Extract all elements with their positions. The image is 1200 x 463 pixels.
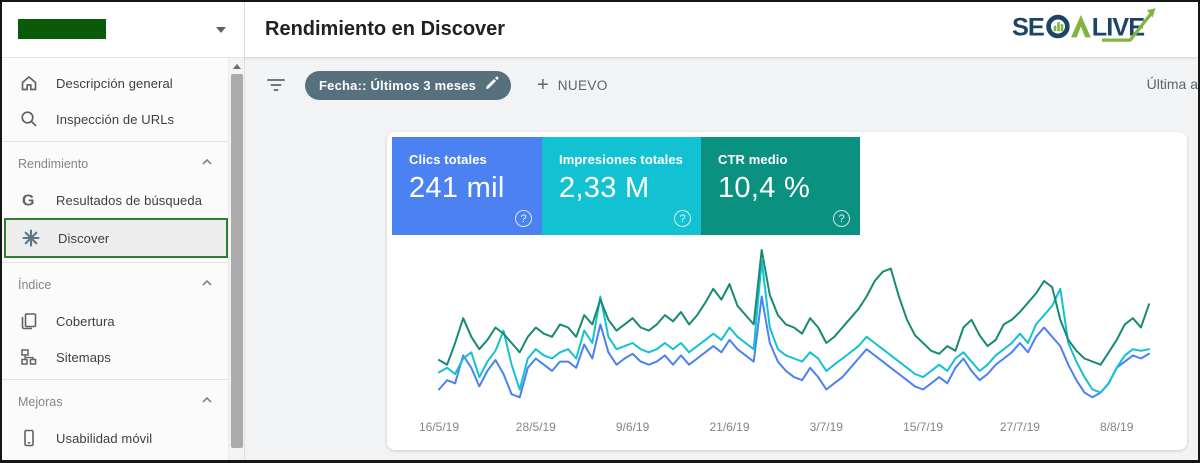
pages-icon bbox=[18, 311, 40, 331]
sidebar: Descripción general Inspección de URLs R… bbox=[2, 2, 245, 460]
sidebar-section-rendimiento[interactable]: Rendimiento bbox=[2, 146, 228, 182]
app-window: Descripción general Inspección de URLs R… bbox=[0, 0, 1200, 463]
sidebar-item-label: Discover bbox=[58, 230, 110, 246]
section-label: Mejoras bbox=[18, 395, 63, 409]
metric-label: CTR medio bbox=[718, 152, 788, 167]
chevron-up-icon bbox=[200, 155, 214, 174]
svg-text:G: G bbox=[22, 193, 34, 210]
plus-icon: + bbox=[537, 74, 549, 96]
filter-bar: Fecha:: Últimos 3 meses + NUEVO Última a bbox=[245, 58, 1198, 112]
seoalive-logo: SE LIVE bbox=[1012, 8, 1162, 51]
divider bbox=[2, 379, 228, 380]
section-label: Rendimiento bbox=[18, 157, 89, 171]
metric-card-impressions[interactable]: Impresiones totales 2,33 M ? bbox=[542, 137, 701, 235]
svg-text:15/7/19: 15/7/19 bbox=[903, 420, 943, 434]
svg-text:27/7/19: 27/7/19 bbox=[1000, 420, 1040, 434]
chevron-down-icon bbox=[216, 27, 226, 33]
sidebar-item-label: Sitemaps bbox=[56, 349, 111, 365]
main-header: Rendimiento en Discover SE LIVE bbox=[245, 2, 1198, 58]
home-icon bbox=[18, 73, 40, 93]
sidebar-item-search-results[interactable]: G Resultados de búsqueda bbox=[2, 182, 228, 218]
svg-text:28/5/19: 28/5/19 bbox=[516, 420, 556, 434]
sidebar-item-label: Inspección de URLs bbox=[56, 111, 175, 127]
svg-text:8/8/19: 8/8/19 bbox=[1100, 420, 1134, 434]
divider bbox=[2, 141, 228, 142]
svg-text:9/6/19: 9/6/19 bbox=[616, 420, 650, 434]
sidebar-section-mejoras[interactable]: Mejoras bbox=[2, 384, 228, 420]
section-label: Índice bbox=[18, 278, 52, 292]
discover-asterisk-icon bbox=[20, 228, 42, 248]
sidebar-item-label: Cobertura bbox=[56, 313, 115, 329]
pencil-icon bbox=[485, 76, 499, 95]
sidebar-item-discover[interactable]: Discover bbox=[4, 218, 228, 258]
metric-card-ctr[interactable]: CTR medio 10,4 % ? bbox=[701, 137, 860, 235]
metric-value: 2,33 M bbox=[559, 172, 650, 204]
sidebar-item-label: Descripción general bbox=[56, 75, 173, 91]
sidebar-scrollbar[interactable] bbox=[228, 58, 244, 460]
metric-label: Impresiones totales bbox=[559, 152, 683, 167]
svg-text:16/5/19: 16/5/19 bbox=[419, 420, 459, 434]
new-filter-button[interactable]: + NUEVO bbox=[537, 75, 608, 95]
help-icon[interactable]: ? bbox=[674, 210, 691, 227]
sidebar-item-coverage[interactable]: Cobertura bbox=[2, 303, 228, 339]
google-g-icon: G bbox=[18, 190, 40, 210]
divider bbox=[2, 262, 228, 263]
metric-value: 241 mil bbox=[409, 172, 505, 204]
filter-list-icon[interactable] bbox=[267, 78, 285, 92]
main-area: Rendimiento en Discover SE LIVE Fecha:: … bbox=[245, 2, 1198, 460]
property-selector[interactable] bbox=[2, 2, 244, 58]
sidebar-item-overview[interactable]: Descripción general bbox=[2, 65, 228, 101]
chevron-up-icon bbox=[200, 393, 214, 412]
metric-label: Clics totales bbox=[409, 152, 487, 167]
performance-panel: Clics totales 241 mil ? Impresiones tota… bbox=[387, 132, 1187, 450]
search-icon bbox=[18, 109, 40, 129]
sidebar-item-label: Usabilidad móvil bbox=[56, 430, 153, 446]
date-filter-chip[interactable]: Fecha:: Últimos 3 meses bbox=[305, 70, 512, 100]
help-icon[interactable]: ? bbox=[833, 210, 850, 227]
sidebar-item-url-inspection[interactable]: Inspección de URLs bbox=[2, 101, 228, 137]
help-icon[interactable]: ? bbox=[515, 210, 532, 227]
smartphone-icon bbox=[18, 428, 40, 448]
scroll-up-arrow-icon[interactable] bbox=[233, 64, 241, 69]
sidebar-section-indice[interactable]: Índice bbox=[2, 267, 228, 303]
page-title: Rendimiento en Discover bbox=[265, 18, 506, 40]
date-filter-label: Fecha:: Últimos 3 meses bbox=[319, 77, 477, 93]
sidebar-item-label: Resultados de búsqueda bbox=[56, 192, 203, 208]
sitemap-icon bbox=[18, 347, 40, 367]
new-filter-label: NUEVO bbox=[557, 77, 608, 93]
discover-chart[interactable]: 16/5/19 28/5/19 9/6/19 21/6/19 3/7/19 15/7/19… bbox=[387, 235, 1187, 445]
sidebar-item-sitemaps[interactable]: Sitemaps bbox=[2, 339, 228, 375]
sidebar-nav: Descripción general Inspección de URLs R… bbox=[2, 58, 228, 456]
svg-text:21/6/19: 21/6/19 bbox=[709, 420, 749, 434]
metric-value: 10,4 % bbox=[718, 172, 811, 204]
property-name-redacted bbox=[18, 19, 106, 39]
metric-cards: Clics totales 241 mil ? Impresiones tota… bbox=[392, 137, 860, 235]
metric-card-clicks[interactable]: Clics totales 241 mil ? bbox=[392, 137, 542, 235]
sidebar-item-mobile-usability[interactable]: Usabilidad móvil bbox=[2, 420, 228, 456]
chevron-up-icon bbox=[200, 276, 214, 295]
scrollbar-thumb[interactable] bbox=[231, 74, 243, 448]
last-updated-text: Última a bbox=[1146, 76, 1198, 92]
svg-text:SE: SE bbox=[1012, 13, 1044, 41]
svg-text:3/7/19: 3/7/19 bbox=[810, 420, 844, 434]
svg-text:LIVE: LIVE bbox=[1092, 13, 1145, 41]
